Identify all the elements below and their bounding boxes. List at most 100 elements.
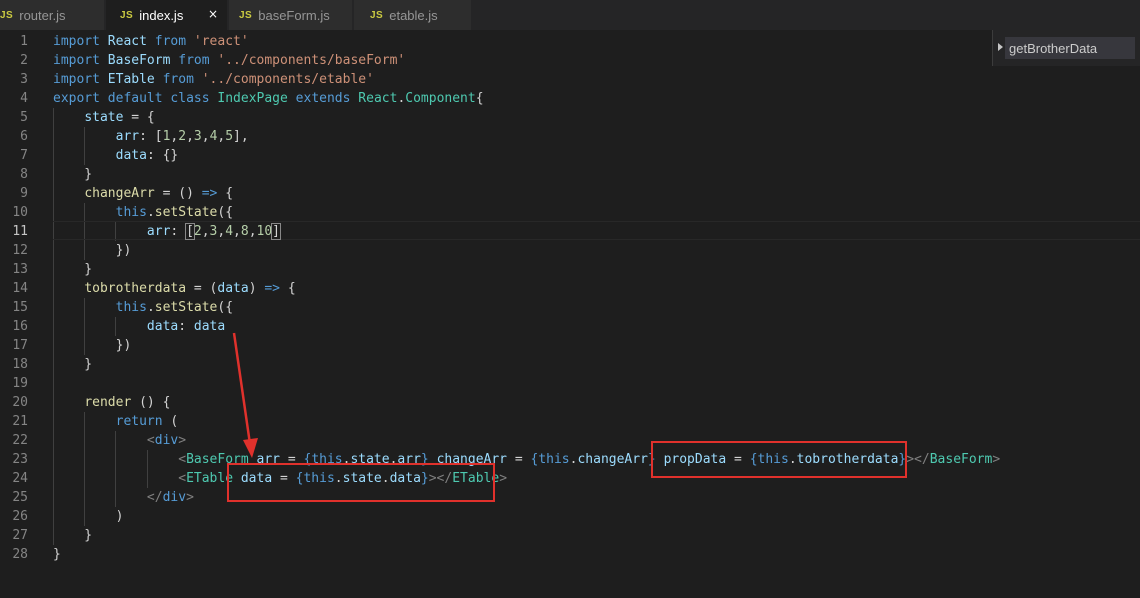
code-line[interactable]: 9 changeArr = () => { <box>0 184 1140 203</box>
code-token: < <box>146 433 155 448</box>
code-token: state <box>84 110 124 125</box>
code-line[interactable]: 10 this.setState({ <box>0 203 1140 222</box>
close-icon[interactable]: × <box>208 7 218 21</box>
code-token: Component <box>405 91 476 106</box>
code-line[interactable]: 18 } <box>0 355 1140 374</box>
code-line[interactable]: 2 import BaseForm from '../components/bas… <box>0 51 1140 70</box>
line-number: 6 <box>20 129 28 144</box>
code-token: '../components/baseForm' <box>217 53 406 68</box>
code-token: data <box>115 148 147 163</box>
code-token: }) <box>53 338 132 353</box>
tab-router-js[interactable]: JS router.js <box>0 0 105 30</box>
code-line[interactable]: 15 this.setState({ <box>0 298 1140 317</box>
code-token: } <box>53 167 93 182</box>
code-token: arr <box>146 224 171 239</box>
tab-baseform-js[interactable]: JS baseForm.js <box>229 0 353 30</box>
code-line[interactable]: 14 tobrotherdata = (data) => { <box>0 279 1140 298</box>
tab-index-js[interactable]: JS index.js × <box>106 0 228 30</box>
code-token: changeArr <box>577 452 648 467</box>
line-number: 19 <box>12 376 28 391</box>
code-line[interactable]: 27 } <box>0 526 1140 545</box>
code-line[interactable]: 20 render () { <box>0 393 1140 412</box>
code-token: React <box>358 91 398 106</box>
code-text: tobrotherdata = (data) => { <box>53 279 295 298</box>
line-number: 28 <box>12 547 28 562</box>
code-text: render () { <box>53 393 170 412</box>
code-line[interactable]: 6 arr: [1,2,3,4,5], <box>0 127 1140 146</box>
code-text: } <box>53 355 92 374</box>
code-line[interactable]: 21 return ( <box>0 412 1140 431</box>
code-line[interactable]: 1 import React from 'react' <box>0 32 1140 51</box>
code-line[interactable]: 7 data: {} <box>0 146 1140 165</box>
line-number: 18 <box>12 357 28 372</box>
code-token: ETable <box>186 471 234 486</box>
code-line[interactable]: 24 <ETable data = {this.state.data}></ET… <box>0 469 1140 488</box>
code-text: state = { <box>53 108 154 127</box>
code-token: changeArr <box>84 186 155 201</box>
code-token: } <box>53 357 93 372</box>
code-line[interactable]: 22 <div> <box>0 431 1140 450</box>
code-text: }) <box>53 241 132 260</box>
code-line[interactable]: 23 <BaseForm arr = {this.state.arr} chan… <box>0 450 1140 469</box>
code-line[interactable]: 5 state = { <box>0 108 1140 127</box>
code-line[interactable]: 11 arr: [2,3,4,8,10] <box>0 222 1140 241</box>
line-number: 17 <box>12 338 28 353</box>
code-token: : {} <box>146 148 179 163</box>
code-token: '../components/etable' <box>201 72 374 87</box>
code-token: this <box>115 300 147 315</box>
code-line[interactable]: 3 import ETable from '../components/etabl… <box>0 70 1140 89</box>
line-number: 4 <box>20 91 28 106</box>
chevron-right-icon[interactable] <box>998 43 1003 51</box>
code-token: ETable <box>107 72 155 87</box>
code-line[interactable]: 28} <box>0 545 1140 564</box>
code-token: data <box>217 281 249 296</box>
code-line[interactable]: 26 ) <box>0 507 1140 526</box>
code-token: . <box>146 300 155 315</box>
code-token: BaseForm <box>107 53 171 68</box>
code-line[interactable]: 13 } <box>0 260 1140 279</box>
outline-item-label: getBrotherData <box>1009 40 1098 56</box>
code-editor[interactable]: 1 import React from 'react' 2 import BaseFo… <box>0 30 1140 598</box>
code-token: 5 <box>225 129 234 144</box>
outline-item-getbrotherdata[interactable]: getBrotherData <box>998 37 1135 59</box>
code-line[interactable]: 8 } <box>0 165 1140 184</box>
code-token: 8 <box>240 224 249 239</box>
outline-panel: getBrotherData <box>992 30 1140 66</box>
tab-label: index.js <box>139 7 184 23</box>
code-token: 2 <box>178 129 187 144</box>
code-text: }) <box>53 336 132 355</box>
code-line[interactable]: 16 data: data <box>0 317 1140 336</box>
line-number: 25 <box>12 490 28 505</box>
code-token: return <box>115 414 163 429</box>
code-token: () { <box>131 395 171 410</box>
code-text: ) <box>53 507 124 526</box>
line-number: 13 <box>12 262 28 277</box>
tab-label: etable.js <box>389 7 438 23</box>
code-line[interactable]: 19 <box>0 374 1140 393</box>
highlight-box-propdata <box>651 441 907 478</box>
code-line[interactable]: 12 }) <box>0 241 1140 260</box>
code-token: ( <box>162 414 179 429</box>
code-token: from <box>154 34 187 49</box>
code-token: 3 <box>193 129 202 144</box>
code-text: import ETable from '../components/etable… <box>53 70 374 89</box>
code-token: = <box>507 452 531 467</box>
code-line[interactable]: 17 }) <box>0 336 1140 355</box>
code-line[interactable]: 4 export default class IndexPage extends … <box>0 89 1140 108</box>
line-number: 21 <box>12 414 28 429</box>
code-token: 4 <box>225 224 234 239</box>
tab-etable-js[interactable]: JS etable.js <box>354 0 472 30</box>
code-token: , <box>201 224 210 239</box>
code-text: data: data <box>53 317 225 336</box>
code-line[interactable]: 25 </div> <box>0 488 1140 507</box>
